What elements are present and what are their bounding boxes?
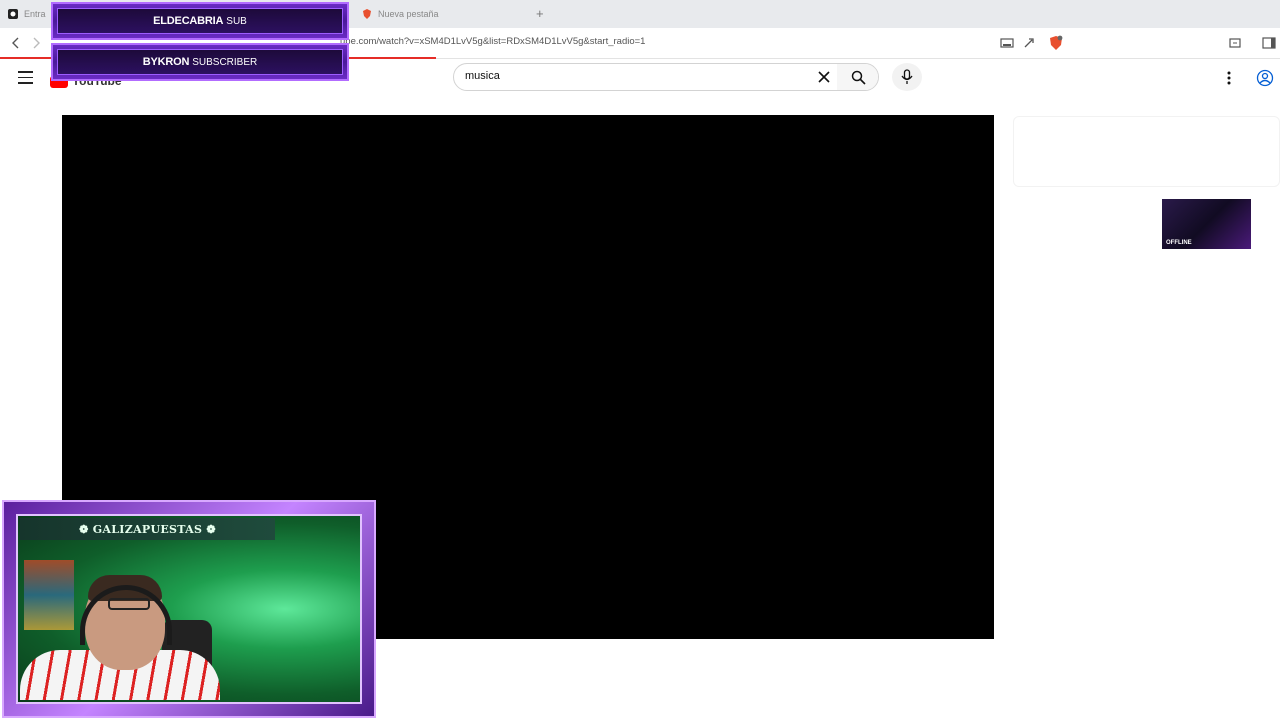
tab-nueva-pestana[interactable]: Nueva pestaña: [362, 0, 439, 28]
account-icon[interactable]: [1256, 69, 1274, 87]
sidebar-panel: [1013, 116, 1280, 187]
alert-type: SUBSCRIBER: [192, 56, 258, 68]
stream-alert: ELDECABRIA SUB: [51, 2, 349, 40]
brave-shields-icon[interactable]: [1048, 35, 1064, 51]
stream-alert: BYKRON SUBSCRIBER: [51, 43, 349, 81]
brave-shield-icon: [363, 9, 371, 19]
address-bar[interactable]: ube.com/watch?v=xSM4D1LvV5g&list=RDxSM4D…: [340, 36, 645, 47]
menu-icon[interactable]: [18, 71, 33, 84]
search-box[interactable]: [453, 63, 879, 91]
microphone-icon: [901, 69, 913, 84]
tab-entra[interactable]: Entra: [8, 0, 46, 28]
background-shelf: [24, 560, 74, 630]
more-options-icon[interactable]: [1226, 70, 1232, 86]
search-input[interactable]: musica: [465, 70, 500, 82]
forward-icon[interactable]: [28, 35, 44, 51]
tab-label: Nueva pestaña: [378, 9, 439, 19]
sidebar-toggle-icon[interactable]: [1261, 35, 1277, 51]
voice-search-button[interactable]: [892, 63, 922, 91]
search-button[interactable]: [837, 64, 878, 90]
thumbnail-label: OFFLINE: [1166, 240, 1192, 246]
alert-username: ELDECABRIA: [153, 15, 224, 27]
tab-label: Entra: [24, 9, 46, 19]
app-favicon-icon: [8, 9, 18, 19]
wallet-icon[interactable]: [1227, 35, 1243, 51]
share-icon[interactable]: [1022, 35, 1038, 51]
webcam-banner: ❁ GALIZAPUESTAS ❁: [20, 518, 275, 540]
clear-search-icon[interactable]: [817, 70, 831, 84]
search-icon: [851, 70, 866, 85]
cast-icon[interactable]: [999, 35, 1015, 51]
video-thumbnail[interactable]: OFFLINE: [1162, 199, 1251, 249]
alert-username: BYKRON: [142, 56, 190, 68]
back-icon[interactable]: [8, 35, 24, 51]
new-tab-button[interactable]: +: [536, 6, 544, 21]
alert-type: SUB: [226, 15, 247, 27]
